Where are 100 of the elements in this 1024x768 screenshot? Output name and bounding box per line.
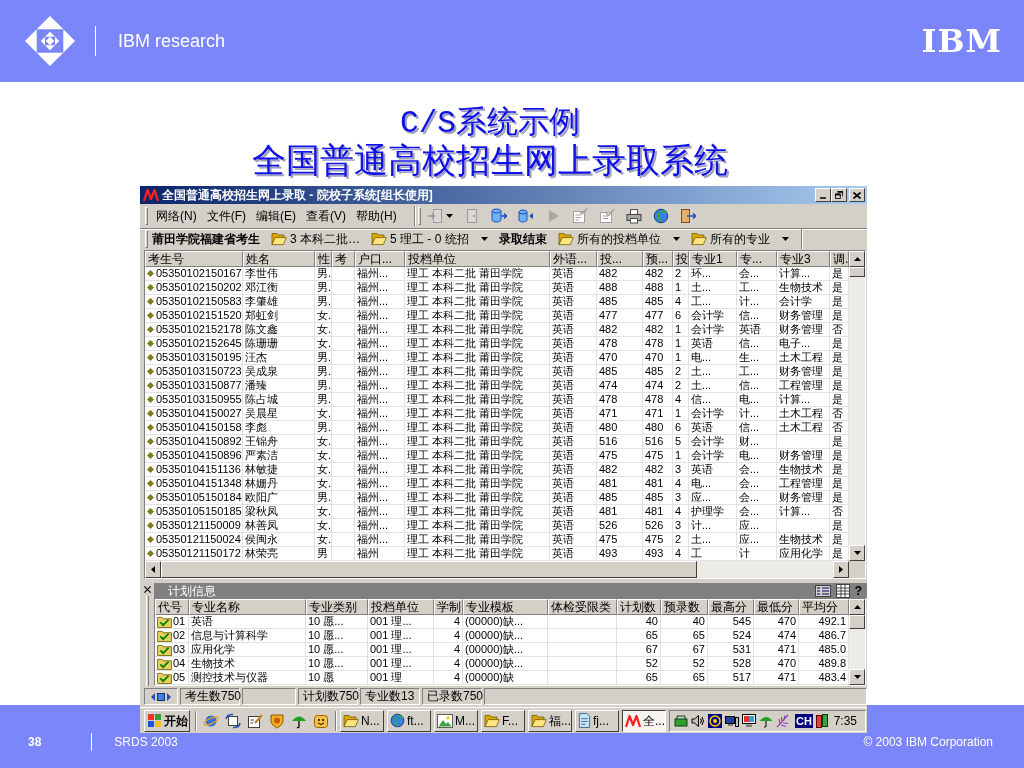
- task-button[interactable]: N...: [340, 709, 384, 732]
- table-cell: 福州...: [355, 281, 405, 295]
- table-cell: 524: [708, 629, 754, 643]
- column-header[interactable]: 调.: [830, 251, 849, 267]
- smiley-icon[interactable]: [313, 712, 329, 729]
- table-cell: 理工 本科二批 莆田学院: [405, 295, 550, 309]
- table-cell: 英语: [550, 477, 597, 491]
- vertical-scrollbar[interactable]: [849, 599, 865, 685]
- task-button[interactable]: F...: [481, 709, 525, 732]
- column-header[interactable]: 平均分: [799, 599, 849, 615]
- table-cell: 理工 本科二批 莆田学院: [405, 435, 550, 449]
- table-cell: 05350104151348: [156, 477, 242, 490]
- table-cell: 女.: [315, 337, 332, 351]
- table-cell: 05350104150027: [156, 407, 242, 420]
- table-cell: 1: [673, 449, 689, 463]
- start-button[interactable]: 开始: [144, 709, 190, 732]
- horizontal-scrollbar[interactable]: [145, 561, 849, 578]
- task-button[interactable]: ft...: [387, 709, 431, 732]
- table-cell: 1: [673, 337, 689, 351]
- column-header[interactable]: 专业模板: [463, 599, 548, 615]
- monitor-icon[interactable]: [742, 713, 756, 728]
- notepad-icon[interactable]: [247, 712, 263, 729]
- column-header[interactable]: 预录数: [661, 599, 708, 615]
- column-header[interactable]: 专...: [737, 251, 777, 267]
- table-cell: 吴成泉: [243, 365, 315, 379]
- scroll-thumb[interactable]: [849, 615, 865, 629]
- filter-dropdown[interactable]: 3 本科二批…: [290, 232, 360, 246]
- scroll-right-button[interactable]: [833, 561, 849, 578]
- column-header[interactable]: 最低分: [754, 599, 799, 615]
- scroll-down-button[interactable]: [849, 669, 865, 685]
- computer-icon[interactable]: [725, 713, 739, 728]
- scroll-up-button[interactable]: [849, 251, 865, 267]
- column-header[interactable]: 最高分: [708, 599, 754, 615]
- column-header[interactable]: 专业名称: [189, 599, 306, 615]
- table-cell: 478: [643, 393, 673, 407]
- printer-icon[interactable]: [625, 208, 642, 224]
- shield-icon[interactable]: [269, 712, 285, 729]
- column-header[interactable]: 投: [673, 251, 689, 267]
- menu-item[interactable]: 编辑(E): [251, 206, 301, 226]
- column-header[interactable]: 外语...: [550, 251, 597, 267]
- page-number: 38: [28, 735, 42, 749]
- task-button[interactable]: 全...: [622, 709, 666, 732]
- ime-indicator[interactable]: CH: [795, 713, 813, 728]
- minimize-button[interactable]: [815, 188, 831, 202]
- database-arrow-icon[interactable]: [517, 208, 534, 224]
- scroll-down-button[interactable]: [849, 545, 865, 561]
- vertical-scrollbar[interactable]: [849, 251, 865, 561]
- feather-icon[interactable]: [776, 713, 790, 728]
- task-button[interactable]: fj...: [575, 709, 619, 732]
- column-header[interactable]: 预...: [643, 251, 673, 267]
- column-header[interactable]: 户口...: [355, 251, 405, 267]
- filter-dropdown[interactable]: 所有的专业: [709, 232, 770, 246]
- column-header[interactable]: 性: [315, 251, 332, 267]
- table-cell: 英语: [550, 491, 597, 505]
- column-header[interactable]: 专业3: [777, 251, 830, 267]
- help-button[interactable]: ?: [854, 583, 862, 598]
- table-cell: 475: [643, 449, 673, 463]
- blocks-icon[interactable]: [815, 713, 828, 728]
- status-field: 专业数13: [360, 688, 420, 705]
- column-header[interactable]: 计划数: [617, 599, 661, 615]
- menu-item[interactable]: 查看(V): [301, 206, 351, 226]
- folder-icon: [484, 713, 500, 728]
- database-arrow-icon[interactable]: [490, 208, 507, 224]
- column-header[interactable]: 考: [332, 251, 355, 267]
- menu-item[interactable]: 文件(F): [201, 206, 251, 226]
- speaker-icon[interactable]: [691, 713, 705, 728]
- briefcase-icon[interactable]: [674, 713, 688, 728]
- filter-dropdown[interactable]: 5 理工 - 0 统招: [390, 232, 469, 246]
- table-cell: 理工 本科二批 莆田学院: [405, 449, 550, 463]
- task-button[interactable]: M...: [434, 709, 478, 732]
- table-cell: 理工 本科二批 莆田学院: [405, 337, 550, 351]
- column-header[interactable]: 考生号: [145, 251, 243, 267]
- table-cell: 52: [661, 657, 708, 671]
- table-cell: [332, 337, 355, 351]
- globe-icon[interactable]: [652, 208, 669, 224]
- column-header[interactable]: 学制: [434, 599, 463, 615]
- filter-dropdown[interactable]: 所有的投档单位: [576, 232, 661, 246]
- exit-door-icon[interactable]: [679, 208, 696, 224]
- ring-icon[interactable]: [708, 713, 722, 728]
- grid-view-icon[interactable]: [835, 583, 850, 598]
- menu-item[interactable]: 帮助(H): [351, 206, 402, 226]
- restore-button[interactable]: [831, 188, 847, 202]
- column-header[interactable]: 投档单位: [405, 251, 550, 267]
- column-header[interactable]: 姓名: [243, 251, 315, 267]
- column-header[interactable]: 代号: [155, 599, 189, 615]
- column-header[interactable]: 专业类别: [306, 599, 368, 615]
- refresh-icon[interactable]: [225, 712, 241, 729]
- list-view-icon[interactable]: [814, 584, 831, 597]
- column-header[interactable]: 体检受限类: [548, 599, 617, 615]
- column-header[interactable]: 投档单位: [368, 599, 434, 615]
- scroll-thumb[interactable]: [849, 267, 865, 277]
- scroll-left-button[interactable]: [145, 561, 161, 578]
- menu-item[interactable]: 网络(N): [151, 206, 202, 226]
- column-header[interactable]: 投...: [597, 251, 643, 267]
- scroll-up-button[interactable]: [849, 599, 865, 615]
- column-header[interactable]: 专业1: [689, 251, 737, 267]
- table-cell: 1: [673, 281, 689, 295]
- scroll-thumb[interactable]: [161, 561, 697, 578]
- task-button[interactable]: 福...: [528, 709, 572, 732]
- close-button[interactable]: [143, 585, 151, 593]
